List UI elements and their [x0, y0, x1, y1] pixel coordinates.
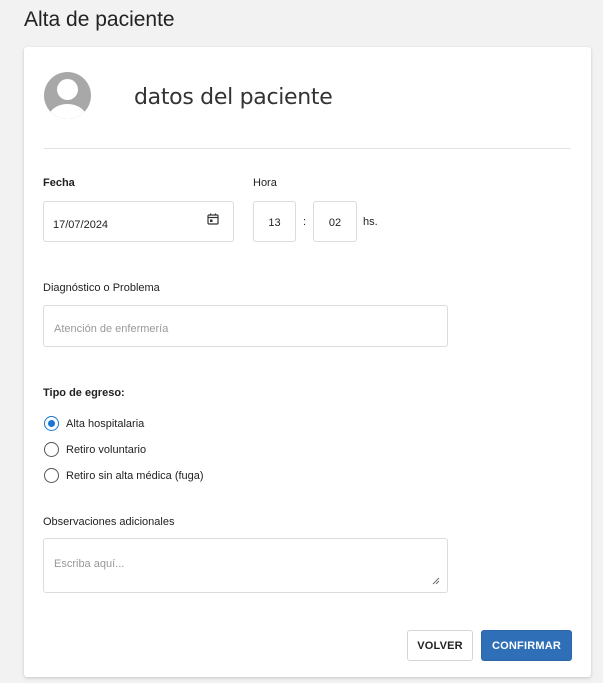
header-divider: [44, 148, 571, 149]
observaciones-placeholder: Escriba aquí...: [54, 558, 125, 570]
resize-handle-icon[interactable]: [432, 577, 440, 585]
observaciones-label: Observaciones adicionales: [43, 516, 175, 528]
back-button[interactable]: VOLVER: [407, 630, 473, 661]
hora-hours-input[interactable]: 13: [253, 201, 296, 242]
hora-minutes-value: 02: [328, 217, 342, 229]
page-title: Alta de paciente: [24, 8, 175, 31]
hora-hours-value: 13: [268, 217, 281, 229]
hora-minutes-input[interactable]: 02: [313, 201, 357, 242]
fecha-label: Fecha: [43, 177, 75, 189]
calendar-icon[interactable]: [207, 213, 219, 225]
hora-label: Hora: [253, 177, 277, 189]
card-header-title: datos del paciente: [134, 85, 333, 110]
patient-discharge-card: datos del paciente Fecha 17/07/2024 Hora…: [24, 47, 591, 677]
diagnostico-placeholder: Atención de enfermería: [54, 323, 169, 335]
fecha-value: 17/07/2024: [53, 219, 109, 231]
observaciones-textarea[interactable]: Escriba aquí...: [43, 538, 448, 593]
user-avatar-icon: [44, 72, 91, 119]
radio-label-alta-hospitalaria[interactable]: Alta hospitalaria: [66, 418, 144, 430]
radio-label-retiro-voluntario[interactable]: Retiro voluntario: [66, 444, 146, 456]
radio-label-retiro-sin-alta[interactable]: Retiro sin alta médica (fuga): [66, 470, 204, 482]
radio-alta-hospitalaria[interactable]: [44, 416, 59, 431]
diagnostico-input[interactable]: Atención de enfermería: [43, 305, 448, 347]
confirm-button[interactable]: CONFIRMAR: [481, 630, 572, 661]
diagnostico-label: Diagnóstico o Problema: [43, 282, 160, 294]
hora-separator: :: [303, 216, 307, 228]
tipo-egreso-label: Tipo de egreso:: [43, 387, 125, 399]
radio-retiro-voluntario[interactable]: [44, 442, 59, 457]
fecha-input[interactable]: 17/07/2024: [43, 201, 234, 242]
radio-retiro-sin-alta[interactable]: [44, 468, 59, 483]
hora-suffix: hs.: [363, 216, 378, 228]
